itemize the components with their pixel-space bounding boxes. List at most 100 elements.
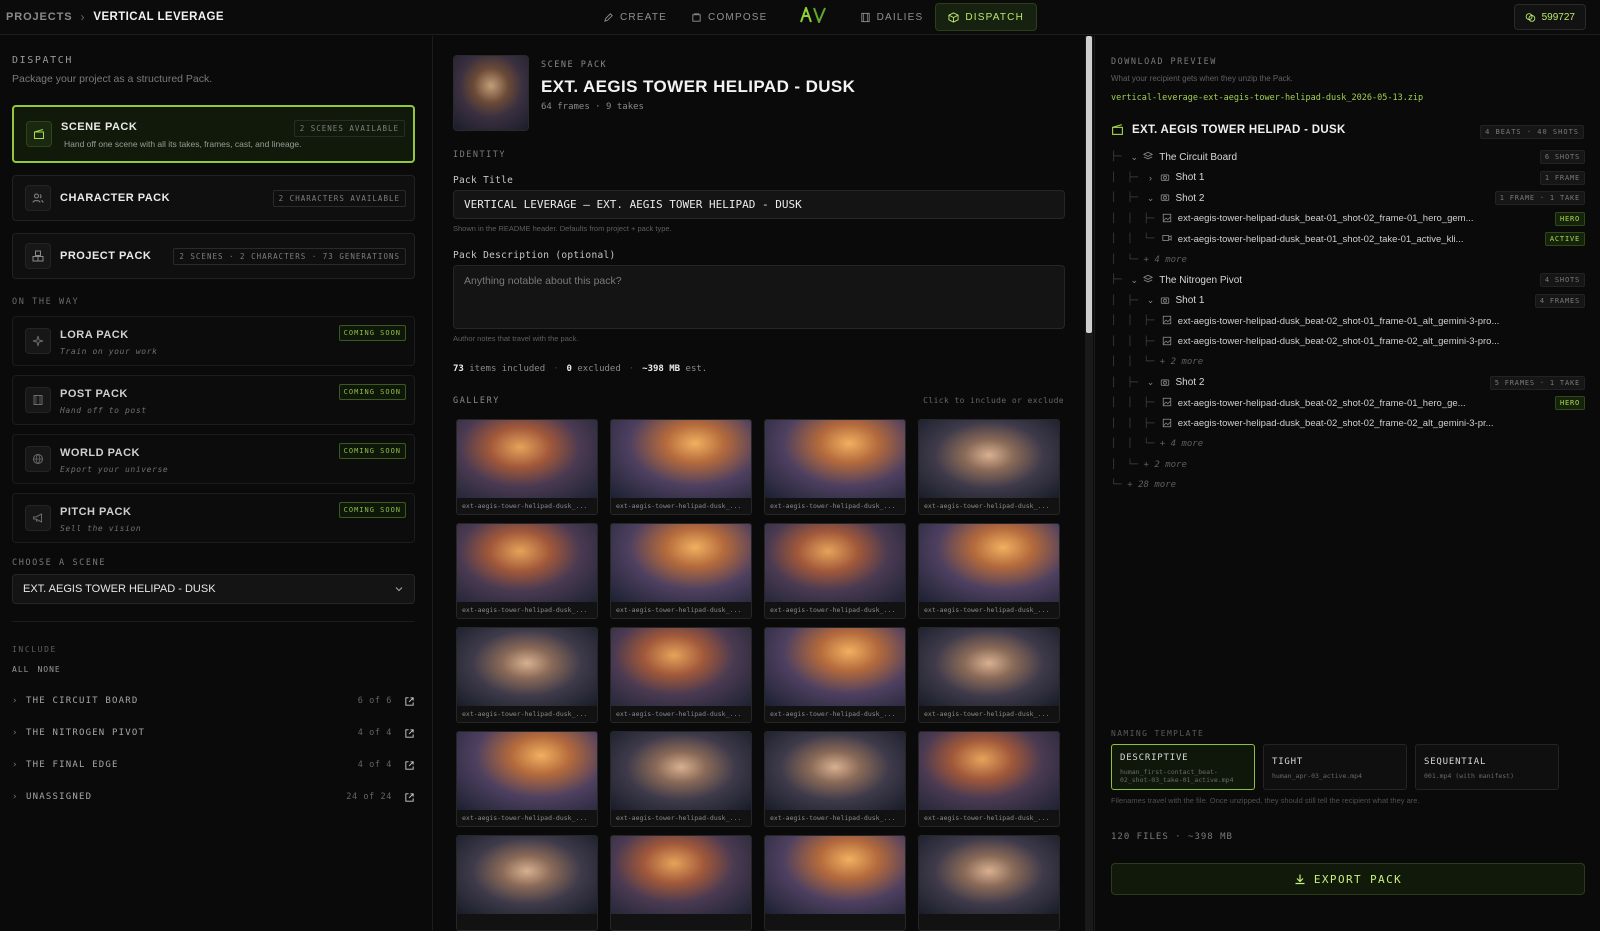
gallery-tile[interactable]: ext-aegis-tower-helipad-dusk_...: [764, 419, 906, 515]
breadcrumb-project-name[interactable]: VERTICAL LEVERAGE: [93, 11, 224, 23]
include-item-label: THE CIRCUIT BOARD: [26, 696, 139, 706]
tree-more-label[interactable]: + 4 more: [1160, 439, 1203, 449]
include-item[interactable]: › THE FINAL EDGE 4 of 4: [12, 756, 415, 774]
chevron-down-icon[interactable]: ⌄: [1144, 193, 1158, 204]
pack-option-scene[interactable]: SCENE PACK Hand off one scene with all i…: [12, 105, 415, 163]
tree-more-row[interactable]: └─ + 28 more: [1111, 476, 1585, 494]
gallery-tile[interactable]: ext-aegis-tower-helipad-dusk_...: [918, 523, 1060, 619]
breadcrumb-projects[interactable]: PROJECTS: [6, 11, 73, 23]
tree-more-row[interactable]: │ └─ + 4 more: [1111, 251, 1585, 269]
coming-soon-badge: COMING SOON: [338, 325, 406, 341]
gallery-tile[interactable]: ext-aegis-tower-helipad-dusk_...: [456, 731, 598, 827]
tree-folder-row[interactable]: │ ├─ ⌄ Shot 2 5 FRAMES · 1 TAKE: [1111, 374, 1585, 392]
scene-select[interactable]: EXT. AEGIS TOWER HELIPAD - DUSK: [12, 574, 415, 604]
scrollbar-thumb[interactable]: [1086, 36, 1092, 333]
include-item[interactable]: › UNASSIGNED 24 of 24: [12, 788, 415, 806]
include-none-button[interactable]: NONE: [37, 665, 60, 674]
external-link-icon[interactable]: [404, 792, 415, 803]
credits-badge[interactable]: 599727: [1513, 4, 1586, 30]
tree-file-row[interactable]: │ │ ├─ ext-aegis-tower-helipad-dusk_beat…: [1111, 312, 1585, 330]
tab-dispatch[interactable]: DISPATCH: [935, 3, 1037, 31]
tab-dailies[interactable]: DAILIES: [848, 3, 936, 31]
naming-option-tight[interactable]: TIGHT human_apr-03_active.mp4: [1263, 744, 1407, 790]
gallery-tile[interactable]: ext-aegis-tower-helipad-dusk_...: [456, 419, 598, 515]
credits-value: 599727: [1541, 11, 1575, 23]
gallery-tile[interactable]: ext-aegis-tower-helipad-dusk_...: [764, 627, 906, 723]
tree-folder-row[interactable]: │ ├─ ⌄ Shot 2 1 FRAME · 1 TAKE: [1111, 189, 1585, 207]
tree-file-row[interactable]: │ │ ├─ ext-aegis-tower-helipad-dusk_beat…: [1111, 210, 1585, 228]
boxes-icon: [25, 243, 51, 269]
gallery-tile[interactable]: [456, 835, 598, 931]
tree-more-label[interactable]: + 2 more: [1144, 460, 1187, 470]
tree-more-row[interactable]: │ │ └─ + 4 more: [1111, 435, 1585, 453]
tree-file-row[interactable]: │ │ ├─ ext-aegis-tower-helipad-dusk_beat…: [1111, 415, 1585, 433]
gallery-tile[interactable]: ext-aegis-tower-helipad-dusk_...: [456, 627, 598, 723]
gallery-tile[interactable]: [610, 835, 752, 931]
pack-description-input[interactable]: Anything notable about this pack?: [453, 265, 1065, 329]
tree-folder-row[interactable]: │ ├─ › Shot 1 1 FRAME: [1111, 169, 1585, 187]
naming-option-descriptive[interactable]: DESCRIPTIVE human_first-contact_beat-02_…: [1111, 744, 1255, 790]
app-logo[interactable]: [799, 4, 826, 28]
tree-folder-row[interactable]: ├─ ⌄ The Circuit Board 6 SHOTS: [1111, 148, 1585, 166]
pack-title-input[interactable]: VERTICAL LEVERAGE — EXT. AEGIS TOWER HEL…: [453, 190, 1065, 219]
external-link-icon[interactable]: [404, 728, 415, 739]
gallery-tile[interactable]: ext-aegis-tower-helipad-dusk_...: [918, 731, 1060, 827]
gallery-tile[interactable]: ext-aegis-tower-helipad-dusk_...: [764, 523, 906, 619]
choose-scene-label: CHOOSE A SCENE: [12, 558, 107, 568]
gallery-tile[interactable]: [764, 835, 906, 931]
tree-more-row[interactable]: │ └─ + 2 more: [1111, 456, 1585, 474]
tree-guide: │ ├─: [1111, 295, 1144, 306]
gallery-tile[interactable]: ext-aegis-tower-helipad-dusk_...: [456, 523, 598, 619]
gallery-tile[interactable]: ext-aegis-tower-helipad-dusk_...: [610, 419, 752, 515]
tree-more-row[interactable]: │ │ └─ + 2 more: [1111, 353, 1585, 371]
tab-compose[interactable]: COMPOSE: [679, 3, 780, 31]
tree-file-row[interactable]: │ │ └─ ext-aegis-tower-helipad-dusk_beat…: [1111, 230, 1585, 248]
include-toggles: ALL NONE: [12, 665, 61, 674]
external-link-icon[interactable]: [404, 760, 415, 771]
gallery-tile[interactable]: ext-aegis-tower-helipad-dusk_...: [764, 731, 906, 827]
chevron-right-icon[interactable]: ›: [1144, 173, 1158, 183]
chevron-down-icon[interactable]: ⌄: [1127, 275, 1141, 286]
gallery-tile[interactable]: ext-aegis-tower-helipad-dusk_...: [610, 523, 752, 619]
scene-meta: 64 frames · 9 takes: [541, 102, 644, 112]
pack-option-character[interactable]: CHARACTER PACK 2 CHARACTERS AVAILABLE: [12, 175, 415, 221]
tree-file-row[interactable]: │ │ ├─ ext-aegis-tower-helipad-dusk_beat…: [1111, 394, 1585, 412]
chevron-down-icon[interactable]: ⌄: [1144, 295, 1158, 306]
include-all-button[interactable]: ALL: [12, 665, 29, 674]
external-link-icon[interactable]: [404, 696, 415, 707]
tree-item-name: ext-aegis-tower-helipad-dusk_beat-02_sho…: [1177, 315, 1500, 327]
gallery-tile[interactable]: ext-aegis-tower-helipad-dusk_...: [918, 419, 1060, 515]
pack-option-project[interactable]: PROJECT PACK 2 SCENES · 2 CHARACTERS · 7…: [12, 233, 415, 279]
gallery-tile[interactable]: [918, 835, 1060, 931]
tree-more-label[interactable]: + 28 more: [1127, 480, 1176, 490]
tab-create[interactable]: CREATE: [591, 3, 679, 31]
tree-file-row[interactable]: │ │ ├─ ext-aegis-tower-helipad-dusk_beat…: [1111, 333, 1585, 351]
tree-item-badge: HERO: [1554, 211, 1585, 226]
chevron-down-icon[interactable]: ⌄: [1144, 377, 1158, 388]
tab-dispatch-label: DISPATCH: [965, 11, 1024, 23]
pack-description-label: Pack Description (optional): [453, 250, 616, 261]
tree-folder-row[interactable]: ├─ ⌄ The Nitrogen Pivot 4 SHOTS: [1111, 271, 1585, 289]
tree-item-name: ext-aegis-tower-helipad-dusk_beat-02_sho…: [1177, 418, 1494, 429]
tree-more-label[interactable]: + 4 more: [1144, 255, 1187, 265]
tree-guide: │ │ └─: [1111, 234, 1160, 244]
tree-guide: ├─: [1111, 152, 1128, 162]
image-icon: [1160, 336, 1174, 348]
gallery-tile[interactable]: ext-aegis-tower-helipad-dusk_...: [610, 731, 752, 827]
tree-root[interactable]: EXT. AEGIS TOWER HELIPAD - DUSK: [1111, 123, 1346, 136]
include-item[interactable]: › THE CIRCUIT BOARD 6 of 6: [12, 692, 415, 710]
tree-folder-row[interactable]: │ ├─ ⌄ Shot 1 4 FRAMES: [1111, 292, 1585, 310]
tree-more-label[interactable]: + 2 more: [1160, 357, 1203, 367]
chevron-down-icon[interactable]: ⌄: [1127, 152, 1141, 163]
gallery-tile[interactable]: ext-aegis-tower-helipad-dusk_...: [610, 627, 752, 723]
pack-description: Hand off one scene with all its takes, f…: [64, 139, 302, 149]
gallery-tile[interactable]: ext-aegis-tower-helipad-dusk_...: [918, 627, 1060, 723]
export-pack-button[interactable]: EXPORT PACK: [1111, 863, 1585, 895]
items-included-label: items included: [469, 364, 546, 374]
naming-option-sequential[interactable]: SEQUENTIAL 001.mp4 (with manifest): [1415, 744, 1559, 790]
image-icon: [1160, 418, 1174, 430]
include-item[interactable]: › THE NITROGEN PIVOT 4 of 4: [12, 724, 415, 742]
section-title: DISPATCH: [12, 55, 73, 66]
pack-availability-badge: 2 CHARACTERS AVAILABLE: [272, 190, 406, 207]
chevron-right-icon: ›: [12, 760, 19, 770]
